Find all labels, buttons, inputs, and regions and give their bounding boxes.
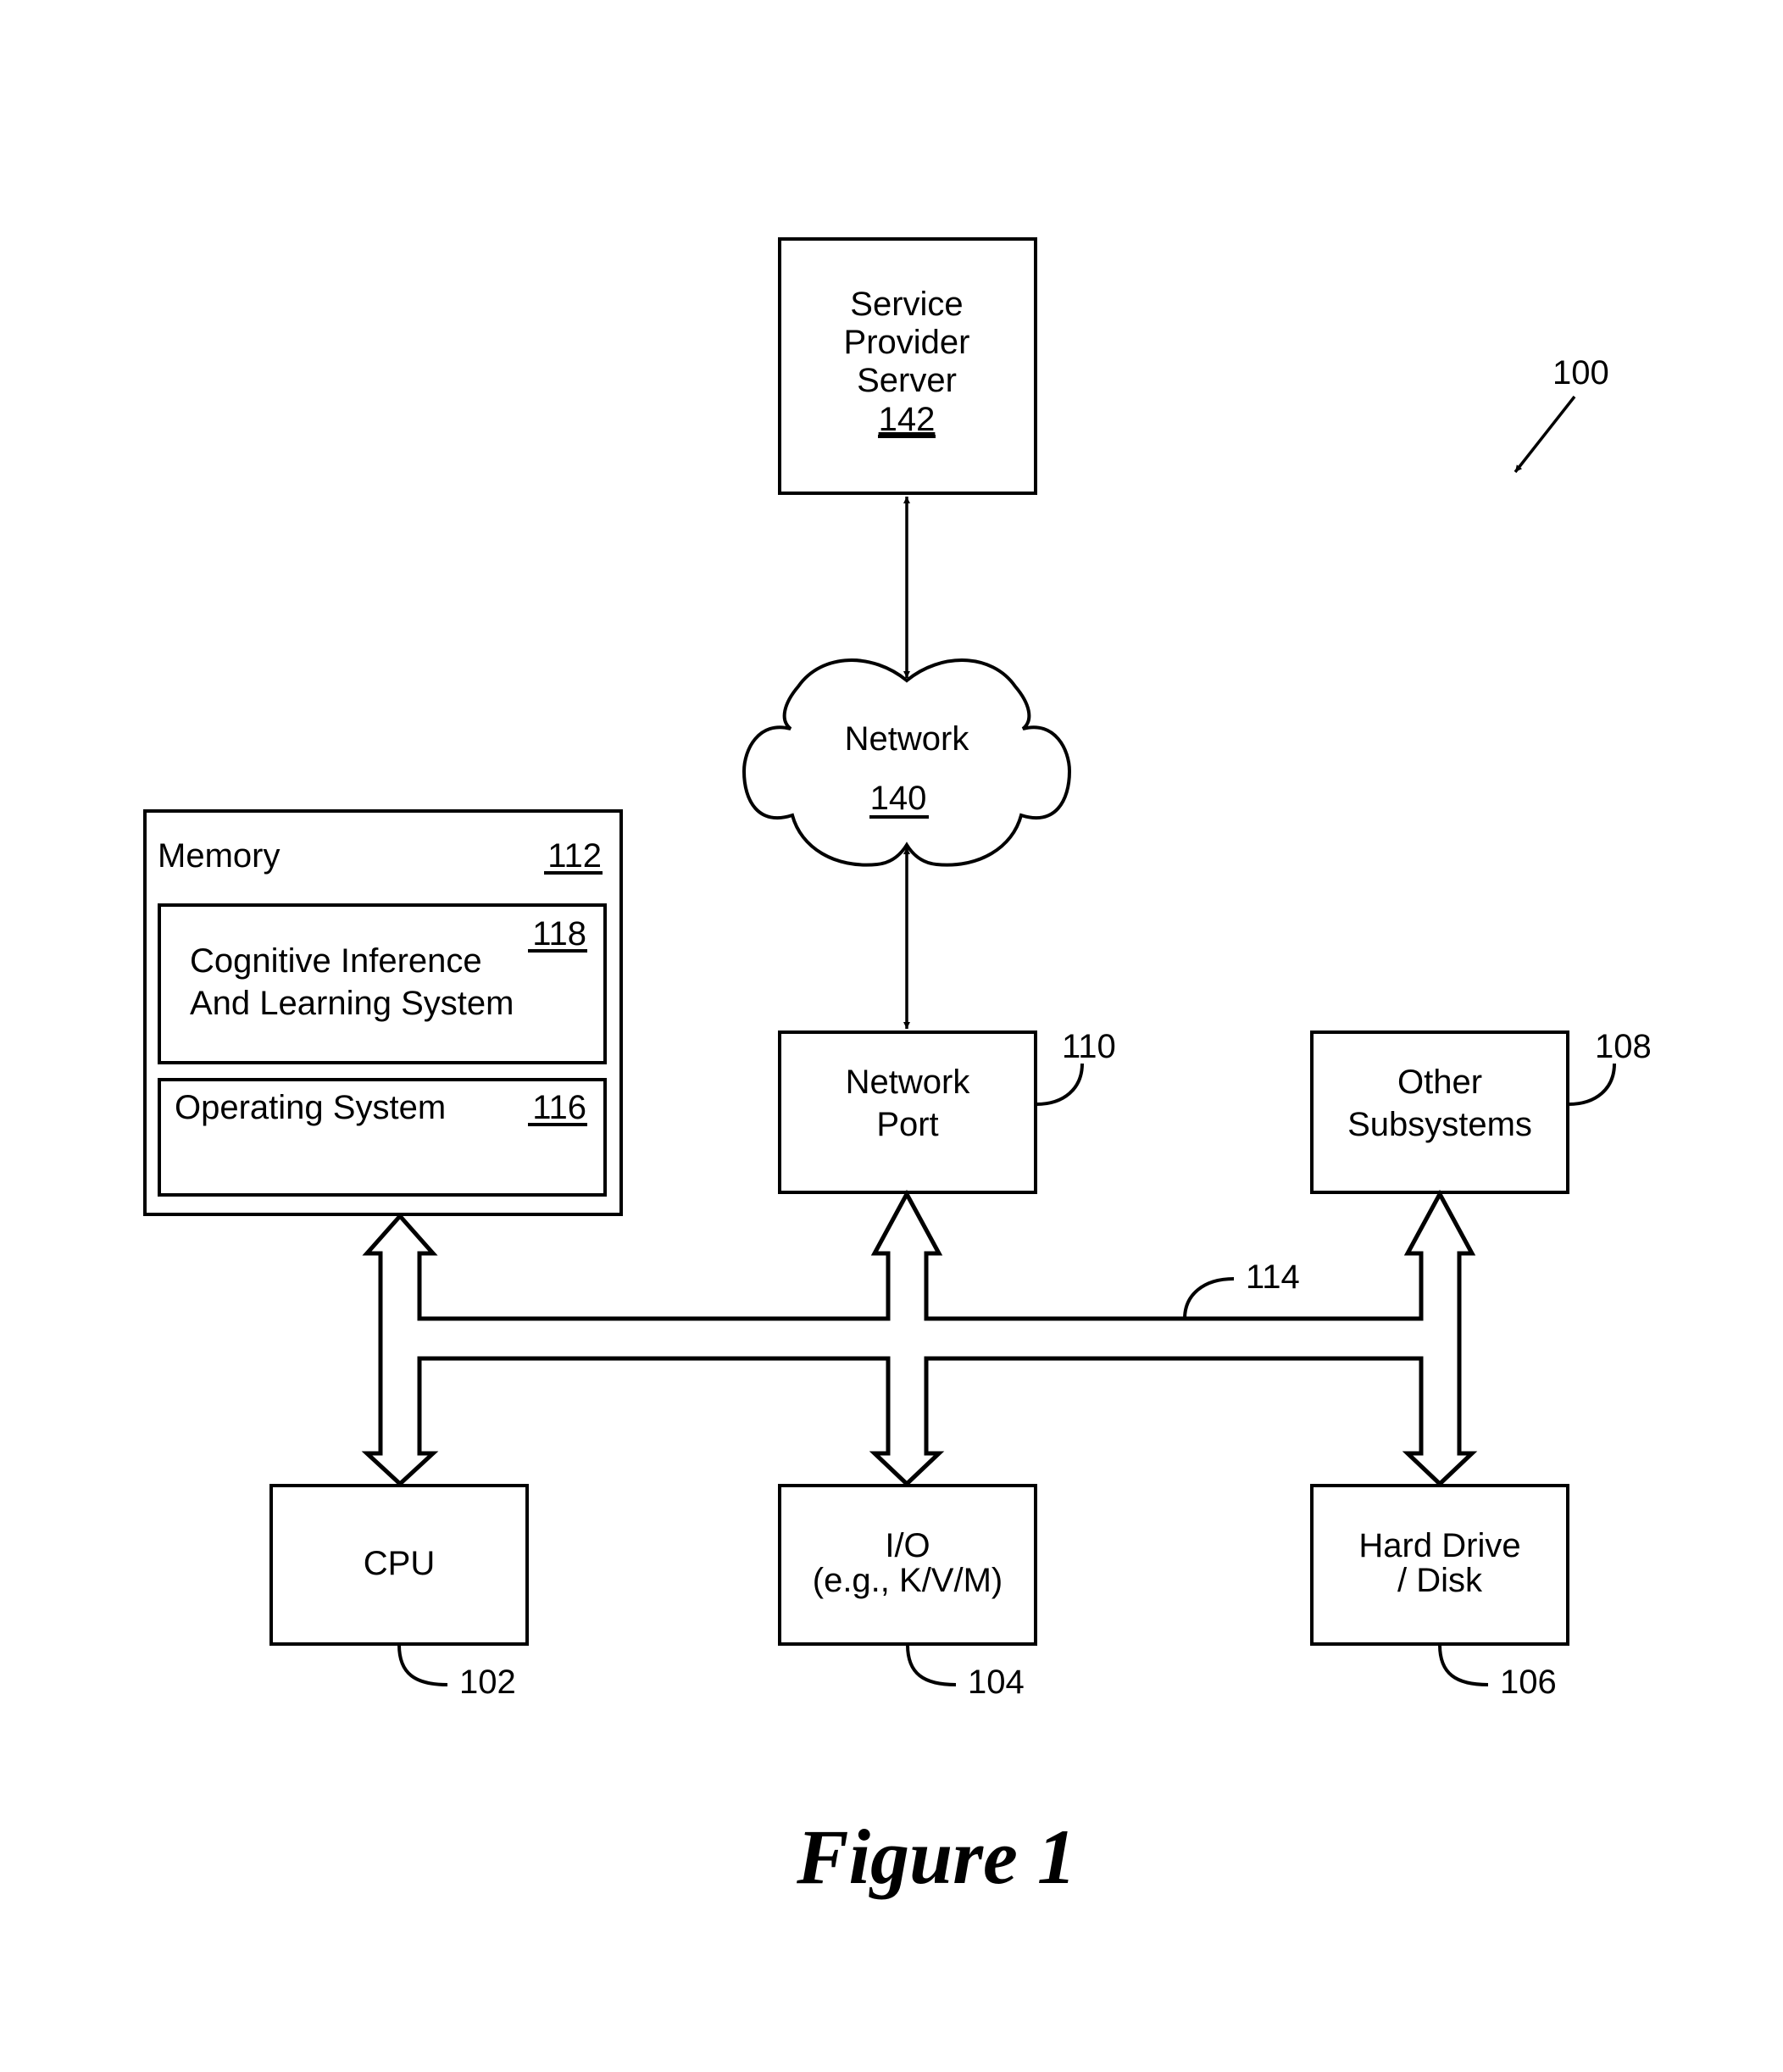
server-node: Service Provider Server 142: [778, 237, 1037, 495]
diagram-canvas: Service Provider Server 142 Network 140 …: [143, 237, 1652, 1900]
cpu-node: CPU 102: [269, 1484, 529, 1701]
cils-label-line1: Cognitive Inference: [190, 942, 482, 980]
other-node: Other Subsystems 108: [1310, 1028, 1652, 1194]
cpu-label: CPU: [364, 1545, 435, 1582]
disk-label-line2: / Disk: [1397, 1562, 1483, 1599]
network-port-leader: [1036, 1063, 1084, 1106]
cpu-leader: [397, 1644, 448, 1686]
network-node: Network 140: [742, 658, 1072, 867]
network-port-label-line1: Network: [846, 1064, 971, 1101]
other-ref: 108: [1595, 1028, 1652, 1065]
cpu-ref: 102: [459, 1664, 516, 1701]
disk-node: Hard Drive / Disk 106: [1310, 1484, 1569, 1701]
bus-ref: 114: [1246, 1258, 1300, 1296]
io-leader: [906, 1644, 957, 1686]
cils-label-line2: And Learning System: [190, 985, 514, 1022]
memory-ref: 112: [547, 837, 602, 875]
disk-leader: [1438, 1644, 1489, 1686]
other-label-line1: Other: [1397, 1064, 1482, 1101]
cils-ref: 118: [532, 915, 586, 953]
network-ref: 140: [870, 780, 927, 817]
server-label-line3: Server: [857, 362, 957, 399]
system-ref: 100: [1552, 354, 1609, 392]
figure-caption: Figure 1: [796, 1814, 1076, 1900]
other-label-line2: Subsystems: [1347, 1106, 1532, 1143]
server-label-line2: Provider: [844, 324, 970, 361]
system-bus: [361, 1189, 1478, 1487]
network-label: Network: [845, 720, 970, 758]
disk-ref: 106: [1500, 1664, 1557, 1701]
memory-label: Memory: [158, 837, 280, 875]
server-ref: 142: [879, 401, 936, 438]
bus-leader: [1183, 1277, 1235, 1319]
memory-node: Memory 112 118 Cognitive Inference And L…: [143, 809, 623, 1216]
network-port-ref: 110: [1062, 1028, 1116, 1065]
server-label-line1: Service: [850, 286, 963, 323]
os-ref: 116: [532, 1089, 586, 1126]
os-label: Operating System: [175, 1089, 446, 1126]
io-node: I/O (e.g., K/V/M) 104: [778, 1484, 1037, 1701]
other-leader: [1568, 1063, 1616, 1106]
io-ref: 104: [968, 1664, 1025, 1701]
network-port-node: Network Port 110: [778, 1028, 1116, 1194]
io-label-line2: (e.g., K/V/M): [813, 1562, 1003, 1599]
system-ref-arrow: [1514, 395, 1576, 474]
io-label-line1: I/O: [885, 1527, 930, 1564]
network-cloud-shape: [742, 658, 1072, 867]
disk-label-line1: Hard Drive: [1358, 1527, 1520, 1564]
network-port-label-line2: Port: [876, 1106, 938, 1143]
